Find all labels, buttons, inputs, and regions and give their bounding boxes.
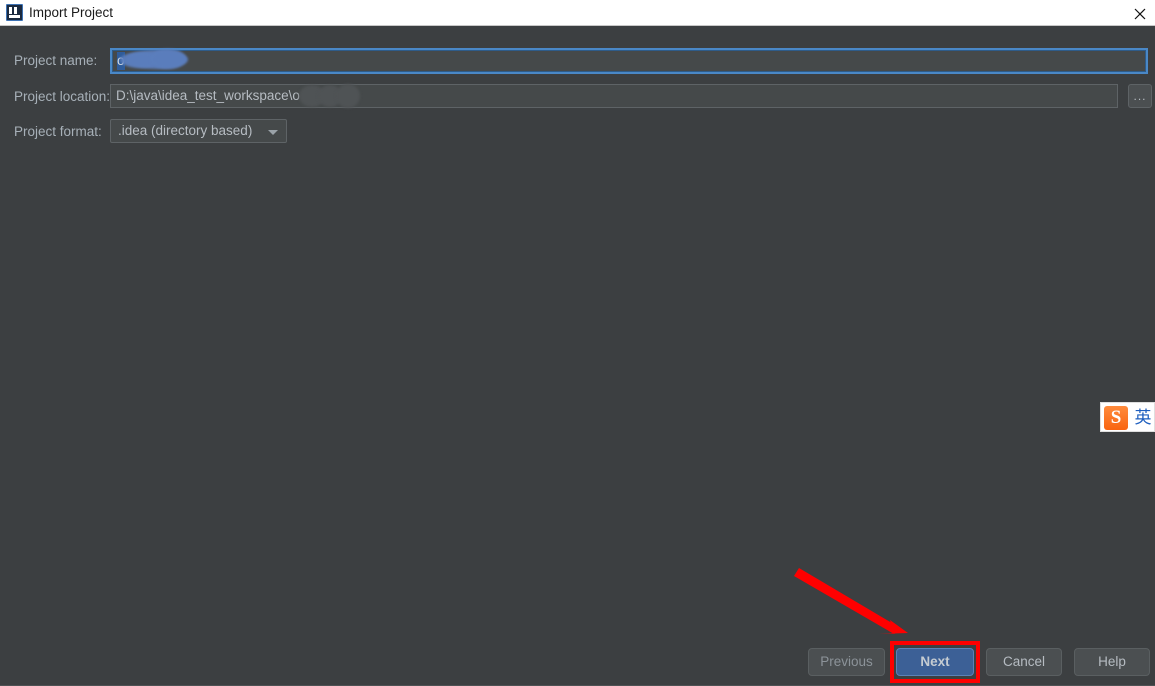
project-format-value: .idea (directory based) bbox=[118, 123, 253, 138]
intellij-idea-logo-icon bbox=[6, 4, 23, 21]
project-name-input[interactable]: o bbox=[110, 48, 1148, 74]
ime-language-mode[interactable]: 英 bbox=[1131, 406, 1154, 430]
chevron-down-icon bbox=[268, 130, 278, 135]
project-format-label: Project format: bbox=[14, 124, 102, 139]
previous-button[interactable]: Previous bbox=[808, 648, 885, 676]
next-button[interactable]: Next bbox=[896, 648, 974, 676]
cancel-button[interactable]: Cancel bbox=[986, 648, 1062, 676]
window-title: Import Project bbox=[29, 5, 114, 20]
project-location-value: D:\java\idea_test_workspace\o bbox=[116, 88, 300, 103]
annotation-arrow bbox=[794, 568, 908, 634]
project-name-label: Project name: bbox=[14, 53, 98, 68]
browse-location-button[interactable]: ... bbox=[1128, 84, 1152, 108]
help-button[interactable]: Help bbox=[1074, 648, 1150, 676]
project-location-input[interactable]: D:\java\idea_test_workspace\o bbox=[110, 84, 1118, 108]
sogou-logo-icon: S bbox=[1104, 406, 1128, 430]
project-format-select[interactable]: .idea (directory based) bbox=[110, 119, 287, 143]
project-name-value: o bbox=[117, 52, 125, 70]
sogou-logo-glyph: S bbox=[1110, 407, 1122, 428]
title-bar: Import Project bbox=[0, 0, 1155, 26]
sogou-ime-indicator[interactable]: S 英 bbox=[1100, 402, 1155, 432]
import-project-dialog: Import Project Project name: o Project l… bbox=[0, 0, 1155, 686]
project-location-label: Project location: bbox=[14, 89, 111, 104]
close-icon[interactable] bbox=[1125, 0, 1155, 26]
